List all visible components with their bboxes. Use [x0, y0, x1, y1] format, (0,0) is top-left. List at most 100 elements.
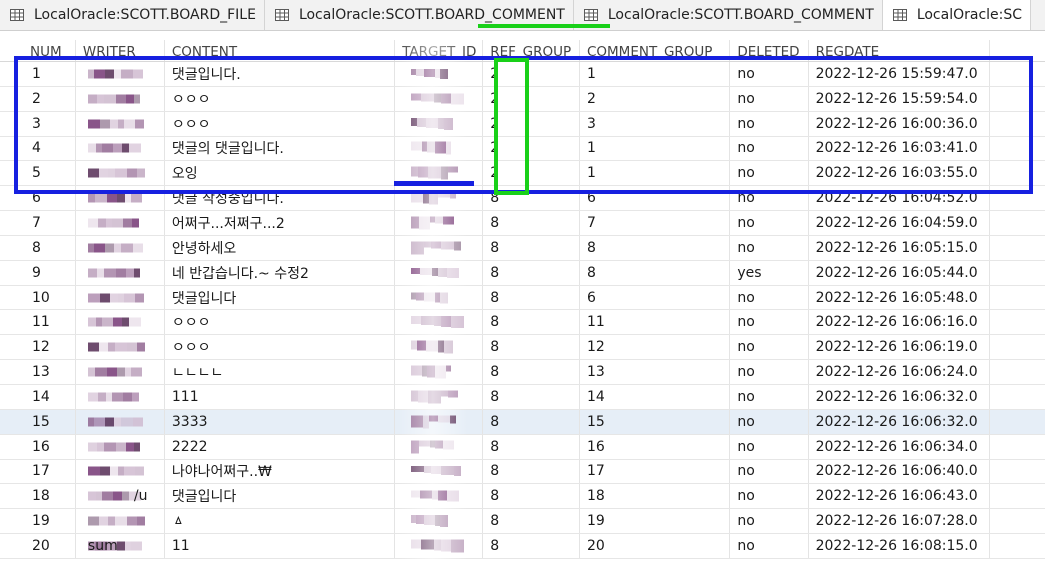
cell-target-id[interactable]: [395, 434, 484, 459]
cell-content[interactable]: 11: [165, 534, 396, 558]
cell-comment-group[interactable]: 15: [580, 409, 731, 434]
table-row[interactable]: 15 3333 8 15 no 2022-12-26 16:06:32.0: [0, 409, 1045, 435]
cell-content[interactable]: 오잉: [165, 161, 396, 186]
cell-content[interactable]: ㅇㅇㅇ: [165, 111, 396, 136]
cell-deleted[interactable]: no: [730, 62, 809, 86]
cell-target-id[interactable]: [395, 384, 484, 409]
cell-target-id[interactable]: [395, 534, 484, 558]
table-row[interactable]: 20 sum 11 8 20 no 2022-12-26 16:08:15.0: [0, 534, 1045, 559]
cell-comment-group[interactable]: 1: [580, 62, 731, 86]
cell-ref-group[interactable]: 8: [483, 360, 580, 384]
cell-deleted[interactable]: yes: [730, 260, 809, 285]
cell-writer[interactable]: [76, 136, 165, 161]
cell-comment-group[interactable]: 16: [580, 434, 731, 459]
cell-target-id[interactable]: [395, 459, 484, 484]
cell-comment-group[interactable]: 20: [580, 534, 731, 558]
cell-deleted[interactable]: no: [730, 509, 809, 534]
cell-content[interactable]: 어쩌구...저쩌구...2: [165, 211, 396, 235]
cell-regdate[interactable]: 2022-12-26 16:06:16.0: [809, 310, 991, 335]
cell-ref-group[interactable]: 2: [483, 161, 580, 186]
table-row[interactable]: 19 ㅿ 8 19 no 2022-12-26 16:07:28.0: [0, 509, 1045, 535]
cell-content[interactable]: 3333: [165, 409, 396, 434]
cell-ref-group[interactable]: 8: [483, 434, 580, 459]
cell-num[interactable]: 11: [0, 310, 76, 335]
cell-regdate[interactable]: 2022-12-26 16:06:32.0: [809, 384, 991, 409]
cell-comment-group[interactable]: 17: [580, 459, 731, 484]
cell-deleted[interactable]: no: [730, 335, 809, 360]
cell-writer[interactable]: [76, 111, 165, 136]
cell-ref-group[interactable]: 8: [483, 484, 580, 509]
table-row[interactable]: 17 나야나어쩌구..₩ 8 17 no 2022-12-26 16:06:40.0: [0, 459, 1045, 485]
cell-comment-group[interactable]: 11: [580, 310, 731, 335]
cell-num[interactable]: 6: [0, 186, 76, 211]
cell-ref-group[interactable]: 8: [483, 260, 580, 285]
cell-regdate[interactable]: 2022-12-26 16:04:59.0: [809, 211, 991, 235]
cell-num[interactable]: 16: [0, 434, 76, 459]
cell-target-id[interactable]: [395, 285, 484, 310]
cell-content[interactable]: ㅇㅇㅇ: [165, 335, 396, 360]
cell-regdate[interactable]: 2022-12-26 16:03:41.0: [809, 136, 991, 161]
cell-num[interactable]: 3: [0, 111, 76, 136]
cell-regdate[interactable]: 2022-12-26 16:06:32.0: [809, 409, 991, 434]
table-row[interactable]: 7 어쩌구...저쩌구...2 8 7 no 2022-12-26 16:04:59.0: [0, 211, 1045, 236]
tab-board-file[interactable]: LocalOracle:SCOTT.BOARD_FILE: [0, 0, 265, 30]
cell-comment-group[interactable]: 1: [580, 136, 731, 161]
cell-comment-group[interactable]: 6: [580, 186, 731, 211]
cell-target-id[interactable]: [395, 211, 484, 235]
cell-comment-group[interactable]: 12: [580, 335, 731, 360]
cell-comment-group[interactable]: 14: [580, 384, 731, 409]
cell-regdate[interactable]: 2022-12-26 16:03:55.0: [809, 161, 991, 186]
cell-target-id[interactable]: [395, 509, 484, 534]
cell-content[interactable]: ㅿ: [165, 509, 396, 534]
table-row[interactable]: 10 댓글입니다 8 6 no 2022-12-26 16:05:48.0: [0, 285, 1045, 311]
cell-target-id[interactable]: [395, 86, 484, 111]
cell-deleted[interactable]: no: [730, 384, 809, 409]
table-row[interactable]: 5 오잉 2 1 no 2022-12-26 16:03:55.0: [0, 161, 1045, 187]
result-grid[interactable]: NUM WRITER CONTENT TARGET_ID REF_GROUP C…: [0, 40, 1045, 559]
cell-regdate[interactable]: 2022-12-26 16:08:15.0: [809, 534, 991, 558]
cell-num[interactable]: 15: [0, 409, 76, 434]
cell-writer[interactable]: [76, 161, 165, 186]
column-header-regdate[interactable]: REGDATE: [809, 40, 991, 61]
cell-ref-group[interactable]: 8: [483, 186, 580, 211]
cell-deleted[interactable]: no: [730, 86, 809, 111]
cell-deleted[interactable]: no: [730, 434, 809, 459]
tab-active[interactable]: LocalOracle:SC: [882, 0, 1032, 30]
cell-num[interactable]: 17: [0, 459, 76, 484]
cell-deleted[interactable]: no: [730, 235, 809, 260]
cell-writer[interactable]: [76, 86, 165, 111]
cell-content[interactable]: 2222: [165, 434, 396, 459]
cell-regdate[interactable]: 2022-12-26 16:06:34.0: [809, 434, 991, 459]
cell-regdate[interactable]: 2022-12-26 16:06:19.0: [809, 335, 991, 360]
cell-ref-group[interactable]: 8: [483, 534, 580, 558]
cell-target-id[interactable]: [395, 235, 484, 260]
cell-target-id[interactable]: [395, 62, 484, 86]
cell-ref-group[interactable]: 8: [483, 335, 580, 360]
cell-target-id[interactable]: [395, 111, 484, 136]
cell-regdate[interactable]: 2022-12-26 16:05:15.0: [809, 235, 991, 260]
table-row[interactable]: 16 2222 8 16 no 2022-12-26 16:06:34.0: [0, 434, 1045, 460]
cell-writer[interactable]: [76, 384, 165, 409]
cell-target-id[interactable]: [395, 409, 484, 434]
cell-writer[interactable]: [76, 509, 165, 534]
cell-num[interactable]: 12: [0, 335, 76, 360]
cell-regdate[interactable]: 2022-12-26 15:59:47.0: [809, 62, 991, 86]
cell-deleted[interactable]: no: [730, 211, 809, 235]
cell-content[interactable]: 안녕하세오: [165, 235, 396, 260]
cell-deleted[interactable]: no: [730, 310, 809, 335]
cell-writer[interactable]: [76, 310, 165, 335]
cell-comment-group[interactable]: 13: [580, 360, 731, 384]
cell-num[interactable]: 5: [0, 161, 76, 186]
cell-regdate[interactable]: 2022-12-26 15:59:54.0: [809, 86, 991, 111]
cell-writer[interactable]: [76, 409, 165, 434]
cell-ref-group[interactable]: 2: [483, 111, 580, 136]
cell-writer[interactable]: [76, 62, 165, 86]
cell-content[interactable]: ㄴㄴㄴㄴ: [165, 360, 396, 384]
cell-ref-group[interactable]: 8: [483, 459, 580, 484]
cell-ref-group[interactable]: 8: [483, 211, 580, 235]
cell-deleted[interactable]: no: [730, 136, 809, 161]
cell-ref-group[interactable]: 8: [483, 409, 580, 434]
cell-num[interactable]: 19: [0, 509, 76, 534]
table-row[interactable]: 9네 반갑습니다.~ 수정2 8 8 yes 2022-12-26 16:05:44.0: [0, 260, 1045, 286]
cell-comment-group[interactable]: 7: [580, 211, 731, 235]
